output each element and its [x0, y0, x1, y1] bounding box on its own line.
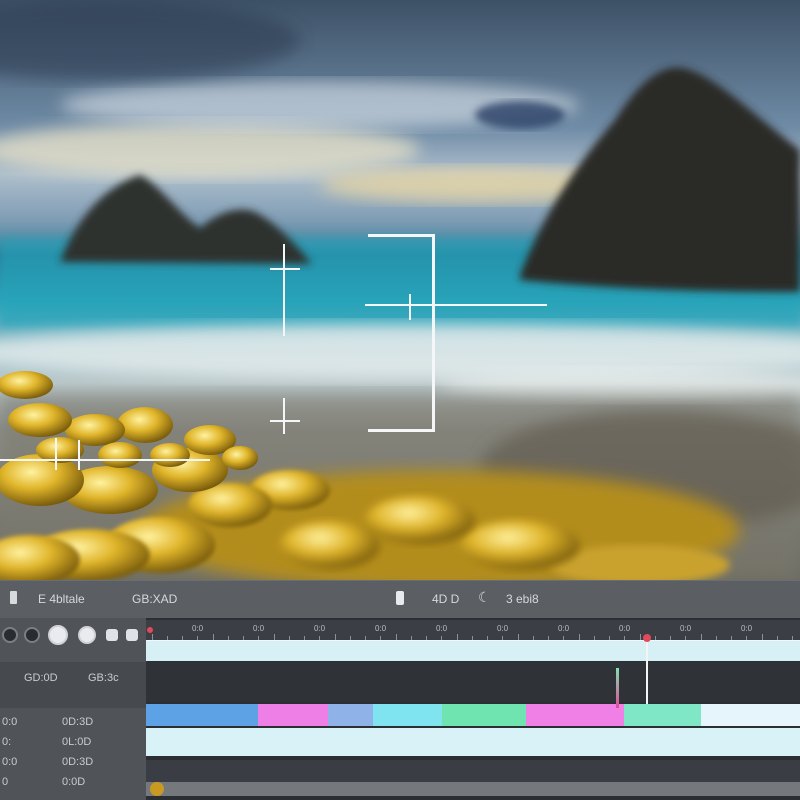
- ruler-tick-label: 0:0: [741, 624, 753, 633]
- row-value: 0D:3D: [62, 756, 94, 768]
- left-guide-tick-1: [55, 438, 57, 470]
- row-value: 0D:3D: [62, 716, 94, 728]
- record-icon[interactable]: [2, 627, 18, 643]
- ruler-tick-label: 0:0: [436, 624, 448, 633]
- play-icon[interactable]: [48, 625, 68, 645]
- left-guide-tick-2: [78, 440, 80, 470]
- timeline-controls: GD:0D GB:3c 0:0 0D:3D 0: 0L:0D 0:0 0D:3D…: [0, 618, 146, 800]
- status-right-text: 3 ebi8: [506, 592, 539, 606]
- battery-icon: [396, 591, 404, 605]
- crop-frame-top[interactable]: [368, 234, 435, 237]
- timeline-clip[interactable]: [328, 704, 373, 726]
- playhead[interactable]: [646, 636, 648, 704]
- row-value: 0L:0D: [62, 736, 92, 748]
- status-bar: E 4bltale GB:XAD 4D D ☾ 3 ebi8: [0, 580, 800, 620]
- row-label: 0:0: [2, 716, 18, 728]
- timeline-clip[interactable]: [624, 704, 701, 726]
- crop-frame-bottom[interactable]: [368, 429, 435, 432]
- timeline-clip[interactable]: [373, 704, 442, 726]
- crosshair-bottom-v: [283, 398, 285, 434]
- timeline-clip[interactable]: [526, 704, 624, 726]
- row-label: 0:0: [2, 756, 18, 768]
- row-value: 0:0D: [62, 776, 86, 788]
- horizontal-guide[interactable]: [365, 304, 547, 306]
- preview-image: [0, 0, 800, 580]
- stop-icon[interactable]: [24, 627, 40, 643]
- timeline-panel: GD:0D GB:3c 0:0 0D:3D 0: 0L:0D 0:0 0D:3D…: [0, 618, 800, 800]
- track-dark[interactable]: [146, 662, 800, 702]
- timeline-clip[interactable]: [258, 704, 328, 726]
- crop-frame-right[interactable]: [432, 234, 435, 432]
- footer-marker: [150, 782, 164, 796]
- ruler-tick-label: 0:0: [253, 624, 265, 633]
- guide-tick: [409, 294, 411, 320]
- ruler-tick-label: 0:0: [558, 624, 570, 633]
- pause-icon[interactable]: [78, 626, 96, 644]
- ruler-tick-label: 0:0: [375, 624, 387, 633]
- ruler-tick-label: 0:0: [314, 624, 326, 633]
- status-left-text: E 4bltale: [38, 592, 85, 606]
- ruler-tick-label: 0:0: [619, 624, 631, 633]
- left-horizontal-guide[interactable]: [0, 459, 210, 461]
- square-icon[interactable]: [106, 629, 118, 641]
- crosshair-bottom-h: [270, 420, 300, 422]
- track-audio[interactable]: [146, 728, 800, 756]
- row-label: 0:: [2, 736, 12, 748]
- crosshair-vertical[interactable]: [283, 244, 285, 336]
- ruler-tick-label: 0:0: [192, 624, 204, 633]
- timeline-clip[interactable]: [146, 704, 258, 726]
- row-label: 0: [2, 776, 9, 788]
- header-value-1: GD:0D: [24, 672, 58, 684]
- preview-viewer[interactable]: [0, 0, 800, 580]
- moon-icon[interactable]: ☾: [478, 589, 491, 606]
- header-value-2: GB:3c: [88, 672, 119, 684]
- track-bottom[interactable]: [146, 760, 800, 784]
- track-footer[interactable]: [146, 782, 800, 796]
- square-icon[interactable]: [126, 629, 138, 641]
- playhead-head[interactable]: [643, 634, 651, 642]
- track-clips[interactable]: [146, 704, 800, 726]
- marker-line[interactable]: [616, 668, 619, 708]
- crosshair-top-h: [270, 268, 300, 270]
- video-editor-window: E 4bltale GB:XAD 4D D ☾ 3 ebi8 GD:0D GB:…: [0, 0, 800, 800]
- status-center-text: 4D D: [432, 592, 460, 606]
- timeline-clip[interactable]: [701, 704, 800, 726]
- ruler-tick-label: 0:0: [497, 624, 509, 633]
- status-mid-text: GB:XAD: [132, 592, 178, 606]
- ruler-start-marker: [147, 627, 153, 633]
- time-ruler[interactable]: 0:00:00:00:00:00:00:00:00:00:00:0: [146, 620, 800, 641]
- ruler-tick-label: 0:0: [680, 624, 692, 633]
- page-icon: [10, 591, 17, 604]
- timeline-clip[interactable]: [442, 704, 526, 726]
- timeline-header-row: [0, 662, 146, 708]
- track-top[interactable]: [146, 640, 800, 661]
